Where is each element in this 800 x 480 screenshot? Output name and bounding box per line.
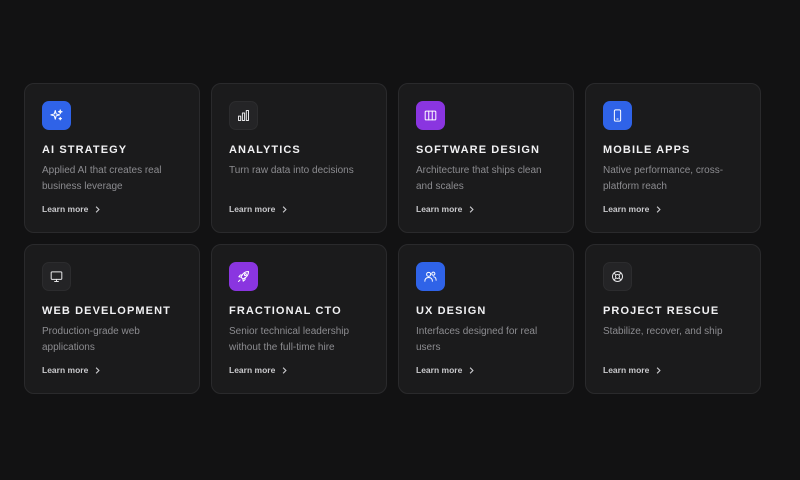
icon-badge: [229, 262, 258, 291]
service-title: WEB DEVELOPMENT: [42, 305, 171, 317]
learn-more-link[interactable]: Learn more: [229, 204, 288, 214]
service-card-ux-design[interactable]: UX DESIGN Interfaces designed for real u…: [398, 244, 574, 394]
learn-more-label: Learn more: [416, 365, 463, 375]
chevron-right-icon: [470, 205, 474, 213]
chevron-right-icon: [657, 366, 661, 374]
service-card-software-design[interactable]: SOFTWARE DESIGN Architecture that ships …: [398, 83, 574, 233]
service-description: Senior technical leadership without the …: [229, 326, 350, 353]
learn-more-label: Learn more: [603, 365, 650, 375]
learn-more-label: Learn more: [229, 365, 276, 375]
bar-chart-icon: [238, 110, 249, 121]
service-card-ai-strategy[interactable]: AI STRATEGY Applied AI that creates real…: [24, 83, 200, 233]
service-title: MOBILE APPS: [603, 144, 691, 156]
chevron-right-icon: [283, 366, 287, 374]
icon-badge: [416, 101, 445, 130]
service-description: Stabilize, recover, and ship: [603, 326, 723, 337]
learn-more-link[interactable]: Learn more: [416, 204, 475, 214]
learn-more-link[interactable]: Learn more: [603, 365, 662, 375]
icon-badge: [603, 262, 632, 291]
service-description: Applied AI that creates real business le…: [42, 165, 162, 192]
learn-more-link[interactable]: Learn more: [416, 365, 475, 375]
service-card-fractional-cto[interactable]: FRACTIONAL CTO Senior technical leadersh…: [211, 244, 387, 394]
chevron-right-icon: [96, 366, 100, 374]
learn-more-label: Learn more: [42, 204, 89, 214]
icon-badge: [603, 101, 632, 130]
learn-more-link[interactable]: Learn more: [229, 365, 288, 375]
rocket-icon: [238, 271, 249, 282]
learn-more-label: Learn more: [603, 204, 650, 214]
service-description: Turn raw data into decisions: [229, 165, 354, 176]
service-description: Interfaces designed for real users: [416, 326, 538, 353]
chevron-right-icon: [470, 366, 474, 374]
service-description: Native performance, cross-platform reach: [603, 165, 724, 192]
services-grid: AI STRATEGY Applied AI that creates real…: [24, 83, 762, 394]
columns-icon: [424, 110, 437, 121]
service-description: Architecture that ships clean and scales: [416, 165, 542, 192]
sparkles-icon: [50, 109, 63, 121]
chevron-right-icon: [283, 205, 287, 213]
learn-more-label: Learn more: [229, 204, 276, 214]
monitor-icon: [50, 271, 63, 282]
service-card-analytics[interactable]: ANALYTICS Turn raw data into decisions L…: [211, 83, 387, 233]
service-card-mobile-apps[interactable]: MOBILE APPS Native performance, cross-pl…: [585, 83, 761, 233]
users-icon: [424, 271, 437, 282]
icon-badge: [416, 262, 445, 291]
service-title: SOFTWARE DESIGN: [416, 144, 541, 156]
service-title: PROJECT RESCUE: [603, 305, 720, 317]
smartphone-icon: [613, 109, 622, 122]
learn-more-label: Learn more: [416, 204, 463, 214]
service-card-project-rescue[interactable]: PROJECT RESCUE Stabilize, recover, and s…: [585, 244, 761, 394]
learn-more-link[interactable]: Learn more: [42, 365, 101, 375]
chevron-right-icon: [96, 205, 100, 213]
service-card-web-development[interactable]: WEB DEVELOPMENT Production-grade web app…: [24, 244, 200, 394]
service-title: AI STRATEGY: [42, 144, 128, 156]
service-description: Production-grade web applications: [42, 326, 140, 353]
service-title: FRACTIONAL CTO: [229, 305, 342, 317]
learn-more-link[interactable]: Learn more: [42, 204, 101, 214]
learn-more-label: Learn more: [42, 365, 89, 375]
learn-more-link[interactable]: Learn more: [603, 204, 662, 214]
lifebuoy-icon: [612, 271, 623, 282]
icon-badge: [229, 101, 258, 130]
service-title: UX DESIGN: [416, 305, 487, 317]
chevron-right-icon: [657, 205, 661, 213]
service-title: ANALYTICS: [229, 144, 301, 156]
icon-badge: [42, 101, 71, 130]
icon-badge: [42, 262, 71, 291]
